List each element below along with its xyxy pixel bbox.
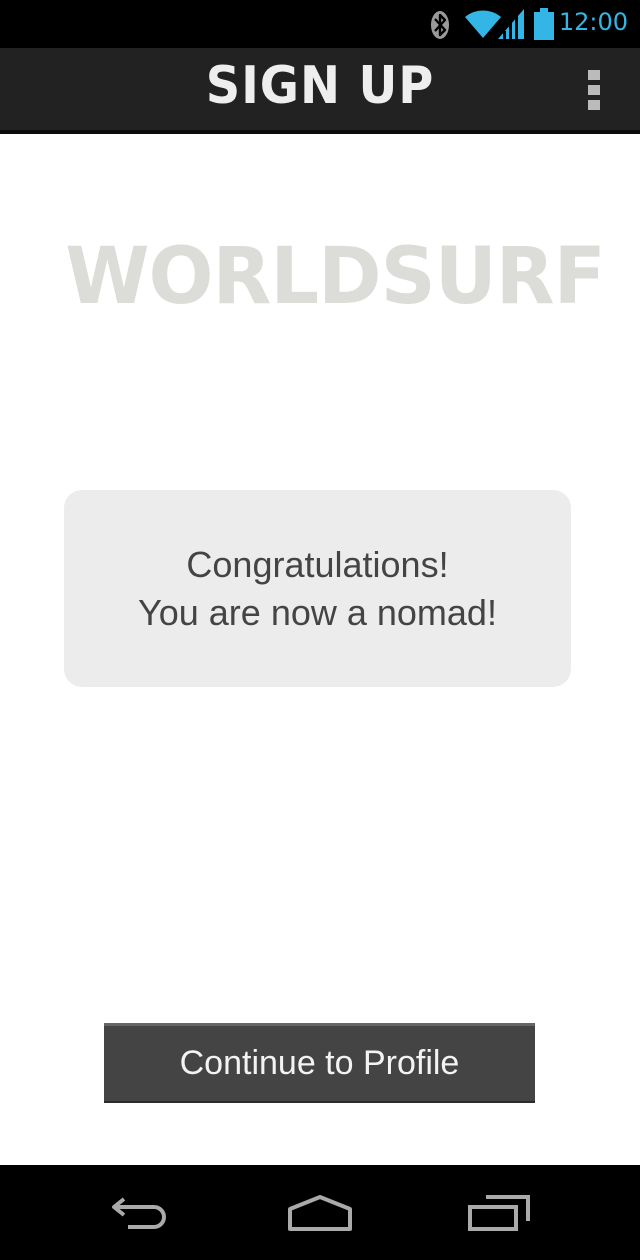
battery-icon [534, 8, 554, 44]
recents-icon[interactable] [466, 1193, 534, 1237]
overflow-dot [588, 85, 600, 95]
wifi-icon [464, 9, 502, 43]
navigation-bar [0, 1165, 640, 1260]
home-icon[interactable] [284, 1193, 356, 1237]
status-bar: 12:00 [0, 0, 640, 48]
signal-icon [498, 9, 524, 43]
back-icon[interactable] [108, 1193, 172, 1237]
action-bar: SIGN UP [0, 48, 640, 134]
worldsurf-logo: WORLDSURF [65, 232, 606, 322]
nomad-text: You are now a nomad! [138, 591, 497, 633]
page-title: SIGN UP [205, 56, 435, 116]
overflow-menu-icon[interactable] [586, 70, 602, 110]
overflow-dot [588, 100, 600, 110]
signup-complete-screen: 12:00 SIGN UP WORLDSURF Congratulations!… [0, 0, 640, 1260]
overflow-dot [588, 70, 600, 80]
congratulations-text: Congratulations! [186, 543, 449, 585]
clock: 12:00 [558, 8, 628, 36]
bluetooth-icon [428, 10, 452, 44]
continue-to-profile-button[interactable]: Continue to Profile [104, 1023, 535, 1103]
congratulations-card: Congratulations! You are now a nomad! [64, 490, 571, 687]
